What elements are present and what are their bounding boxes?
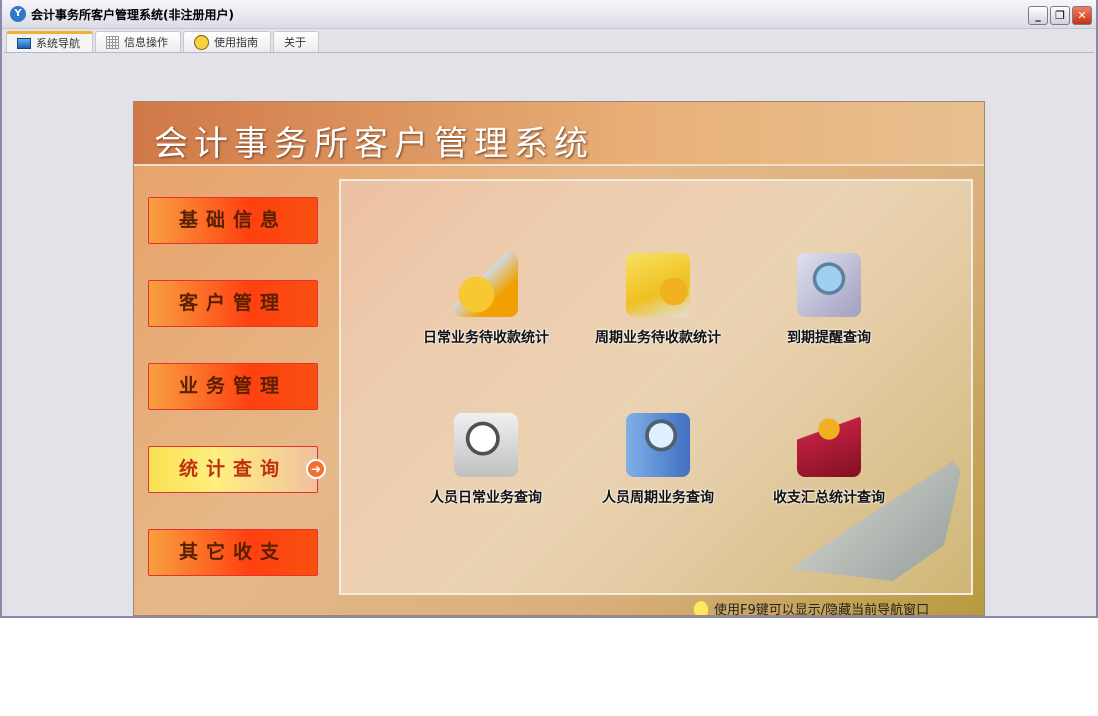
tab-info-ops[interactable]: 信息操作 <box>95 31 181 52</box>
function-panel: 日常业务待收款统计 周期业务待收款统计 到期提醒查询 人员日常业务查询 人员周期… <box>339 179 973 595</box>
coins-laptop-icon <box>454 253 518 317</box>
app-window: Y 会计事务所客户管理系统(非注册用户) _ ❐ ✕ 系统导航 信息操作 使用指… <box>0 0 1098 618</box>
grid-icon <box>106 35 119 49</box>
restore-button[interactable]: ❐ <box>1050 6 1070 25</box>
card-coins-icon <box>626 253 690 317</box>
hint-text: 使用F9键可以显示/隐藏当前导航窗口 <box>694 599 929 615</box>
item-staff-daily[interactable]: 人员日常业务查询 <box>406 413 566 507</box>
nav-basic-info[interactable]: 基础信息 <box>148 197 318 244</box>
minimize-button[interactable]: _ <box>1028 6 1048 25</box>
nav-other-income[interactable]: 其它收支 <box>148 529 318 576</box>
magnifier-film-icon <box>454 413 518 477</box>
item-expiry-reminder[interactable]: 到期提醒查询 <box>749 253 909 347</box>
lightbulb-icon <box>694 600 708 615</box>
tab-system-nav[interactable]: 系统导航 <box>6 31 93 52</box>
magnifier-doc-icon <box>797 253 861 317</box>
tab-guide[interactable]: 使用指南 <box>183 31 271 52</box>
close-button[interactable]: ✕ <box>1072 6 1092 25</box>
window-title: 会计事务所客户管理系统(非注册用户) <box>31 7 234 22</box>
item-staff-periodic[interactable]: 人员周期业务查询 <box>578 413 738 507</box>
tab-about[interactable]: 关于 <box>273 31 319 52</box>
magnifier-book-icon <box>626 413 690 477</box>
item-daily-receivable[interactable]: 日常业务待收款统计 <box>406 253 566 347</box>
panel-header: 会计事务所客户管理系统 <box>134 102 984 166</box>
navigation-panel: 会计事务所客户管理系统 基础信息 客户管理 业务管理 统计查询 ➜ 其它收支 日… <box>133 101 985 616</box>
nav-customer-mgmt[interactable]: 客户管理 <box>148 280 318 327</box>
arrow-right-icon: ➜ <box>306 459 326 479</box>
ledger-coins-icon <box>797 413 861 477</box>
help-icon <box>194 34 209 50</box>
nav-business-mgmt[interactable]: 业务管理 <box>148 363 318 410</box>
divider <box>4 52 1094 53</box>
monitor-icon <box>17 37 31 49</box>
app-logo-icon: Y <box>10 6 26 22</box>
tab-bar: 系统导航 信息操作 使用指南 关于 <box>6 31 319 52</box>
nav-stats-query[interactable]: 统计查询 <box>148 446 318 493</box>
item-income-summary[interactable]: 收支汇总统计查询 <box>749 413 909 507</box>
title-bar: Y 会计事务所客户管理系统(非注册用户) _ ❐ ✕ <box>2 0 1096 29</box>
item-periodic-receivable[interactable]: 周期业务待收款统计 <box>578 253 738 347</box>
